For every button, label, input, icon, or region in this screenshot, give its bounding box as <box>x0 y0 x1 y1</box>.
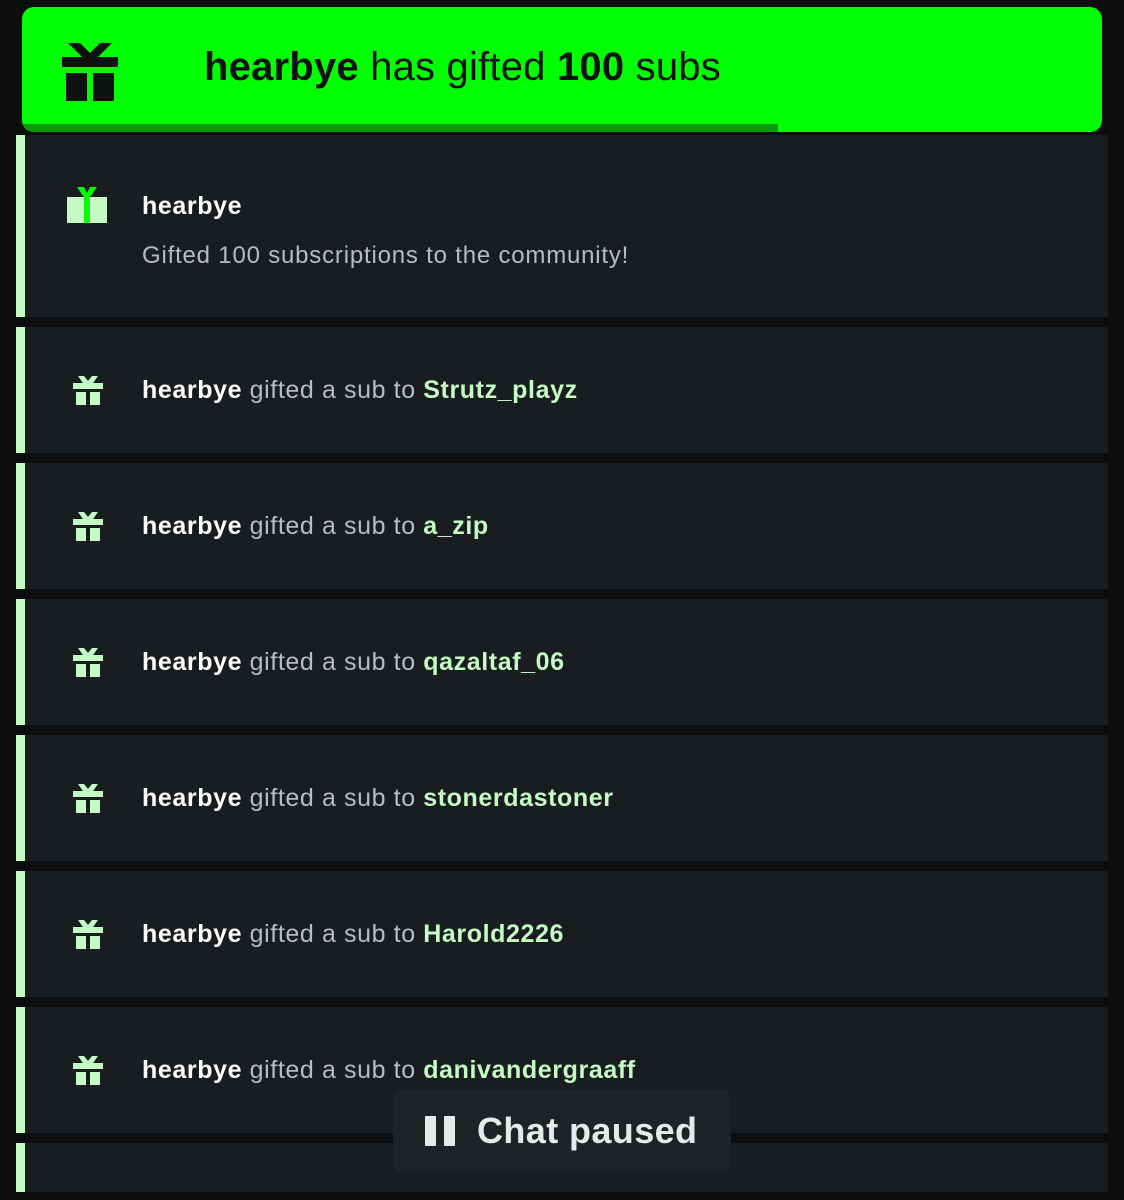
recipient-name[interactable]: Harold2226 <box>423 920 564 948</box>
gift-sub-message: hearbye gifted a sub to Harold2226 <box>142 920 564 949</box>
gift-verb: gifted a sub to <box>249 512 416 540</box>
banner-count: 100 <box>556 45 625 89</box>
gift-icon <box>73 1055 103 1085</box>
gift-sub-message: hearbye gifted a sub to a_zip <box>142 512 489 541</box>
gift-sub-message: hearbye gifted a sub to danivandergraaff <box>142 1056 636 1085</box>
chat-paused-label: Chat paused <box>477 1110 698 1151</box>
gift-verb: gifted a sub to <box>249 1056 416 1084</box>
recipient-name[interactable]: qazaltaf_06 <box>423 648 564 676</box>
banner-user: hearbye <box>204 45 359 89</box>
gift-icon <box>67 187 107 223</box>
banner-progress-fill <box>22 124 778 132</box>
recipient-name[interactable]: danivandergraaff <box>423 1056 635 1084</box>
gift-icon <box>62 43 118 101</box>
gift-sub-message: hearbye gifted a sub to Strutz_playz <box>142 376 578 405</box>
gift-sub-event: hearbye gifted a sub to qazaltaf_06 <box>16 599 1108 725</box>
recipient-name[interactable]: a_zip <box>423 512 489 540</box>
gift-verb: gifted a sub to <box>249 784 416 812</box>
banner-message: hearbye has gifted 100 subs <box>204 45 721 90</box>
banner-progress <box>22 124 1102 132</box>
gift-description: Gifted 100 subscriptions to the communit… <box>142 242 630 269</box>
gift-icon <box>73 647 103 677</box>
gift-icon <box>73 919 103 949</box>
gifter-name[interactable]: hearbye <box>142 376 242 404</box>
gift-icon <box>73 511 103 541</box>
gift-sub-event: hearbye gifted a sub to stonerdastoner <box>16 735 1108 861</box>
gift-sub-event: hearbye gifted a sub to a_zip <box>16 463 1108 589</box>
gift-icon <box>73 783 103 813</box>
gift-verb: gifted a sub to <box>249 920 416 948</box>
gift-verb: gifted a sub to <box>249 648 416 676</box>
chat-panel: hearbye has gifted 100 subs hearbye Gift… <box>0 0 1124 1200</box>
community-gift-event: hearbye Gifted 100 subscriptions to the … <box>16 135 1108 317</box>
gifter-name[interactable]: hearbye <box>142 512 242 540</box>
chat-message-list: hearbye Gifted 100 subscriptions to the … <box>16 135 1108 1200</box>
gifter-name[interactable]: hearbye <box>142 648 242 676</box>
gifter-name[interactable]: hearbye <box>142 920 242 948</box>
gift-icon <box>73 375 103 405</box>
chat-paused-button[interactable]: Chat paused <box>393 1090 731 1172</box>
pause-icon <box>425 1116 455 1146</box>
gift-sub-message: hearbye gifted a sub to stonerdastoner <box>142 784 614 813</box>
gift-sub-event: hearbye gifted a sub to Harold2226 <box>16 871 1108 997</box>
recipient-name[interactable]: Strutz_playz <box>423 376 577 404</box>
banner-middle: has gifted <box>370 45 546 89</box>
banner-suffix: subs <box>635 45 721 89</box>
gift-sub-message: hearbye gifted a sub to qazaltaf_06 <box>142 648 565 677</box>
gift-verb: gifted a sub to <box>249 376 416 404</box>
gift-announcement-banner: hearbye has gifted 100 subs <box>22 7 1102 132</box>
gifter-name[interactable]: hearbye <box>142 784 242 812</box>
recipient-name[interactable]: stonerdastoner <box>423 784 613 812</box>
bottom-edge <box>0 1192 1124 1200</box>
gifter-name[interactable]: hearbye <box>142 192 242 221</box>
gifter-name[interactable]: hearbye <box>142 1056 242 1084</box>
gift-sub-event: hearbye gifted a sub to Strutz_playz <box>16 327 1108 453</box>
